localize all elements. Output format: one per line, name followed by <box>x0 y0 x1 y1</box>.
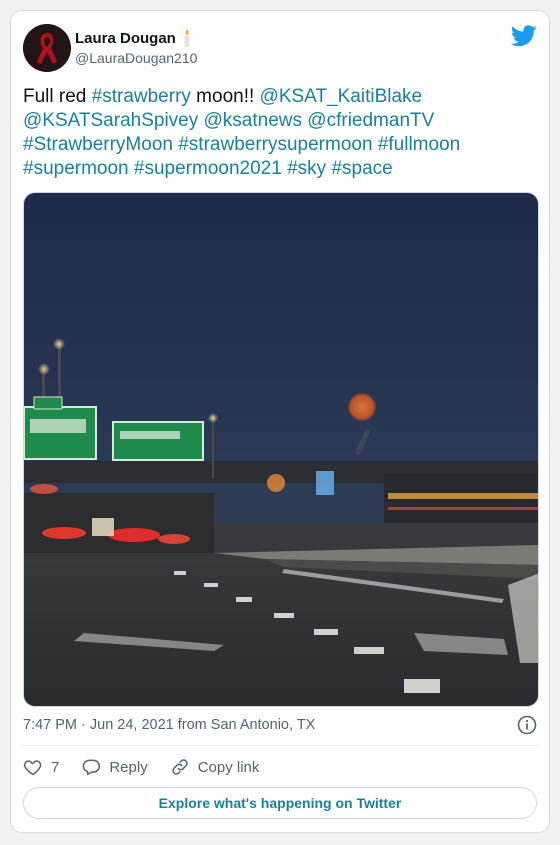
hashtag-link[interactable]: #space <box>331 158 392 179</box>
hashtag-link[interactable]: #supermoon <box>23 158 129 179</box>
heart-icon <box>23 760 42 776</box>
hashtag-link[interactable]: #fullmoon <box>378 134 460 155</box>
hashtag-link[interactable]: #StrawberryMoon <box>23 134 173 155</box>
author-handle[interactable]: @LauraDougan210 <box>75 50 197 66</box>
hashtag-link[interactable]: #strawberrysupermoon <box>178 134 372 155</box>
tweet-actions: 7 Reply Copy link <box>23 756 281 778</box>
divider <box>23 745 537 746</box>
mention-link[interactable]: @KSATSarahSpivey <box>23 110 198 131</box>
reply-icon <box>82 759 101 776</box>
reply-label: Reply <box>109 758 148 776</box>
author-name[interactable]: Laura Dougan <box>75 30 176 47</box>
link-icon <box>171 759 188 775</box>
twitter-bird-icon[interactable] <box>511 25 537 47</box>
timestamp[interactable]: 7:47 PM · Jun 24, 2021 from San Antonio,… <box>23 717 315 733</box>
tweet-text-fragment: moon!! <box>190 86 260 107</box>
tweet-text: Full red #strawberry moon!! @KSAT_KaitiB… <box>23 85 539 181</box>
like-button[interactable]: 7 <box>23 757 59 777</box>
copy-link-button[interactable]: Copy link <box>170 757 260 777</box>
info-icon[interactable] <box>517 715 537 735</box>
hashtag-link[interactable]: #strawberry <box>92 86 191 107</box>
copy-link-label: Copy link <box>197 758 260 776</box>
avatar[interactable] <box>23 24 71 72</box>
mention-link[interactable]: @ksatnews <box>204 110 303 131</box>
mention-link[interactable]: @cfriedmanTV <box>307 110 434 131</box>
explore-button[interactable]: Explore what's happening on Twitter <box>23 787 537 819</box>
mention-link[interactable]: @KSAT_KaitiBlake <box>260 86 423 107</box>
hashtag-link[interactable]: #supermoon2021 <box>134 158 282 179</box>
tweet-card: Laura Dougan @LauraDougan210 Full red #s… <box>10 10 550 833</box>
reply-button[interactable]: Reply <box>81 757 148 777</box>
tweet-photo[interactable] <box>23 192 539 707</box>
like-count: 7 <box>51 758 60 776</box>
moon-highway-photo <box>24 193 538 706</box>
hashtag-link[interactable]: #sky <box>287 158 326 179</box>
candle-icon <box>184 29 190 47</box>
tweet-text-fragment: Full red <box>23 86 92 107</box>
